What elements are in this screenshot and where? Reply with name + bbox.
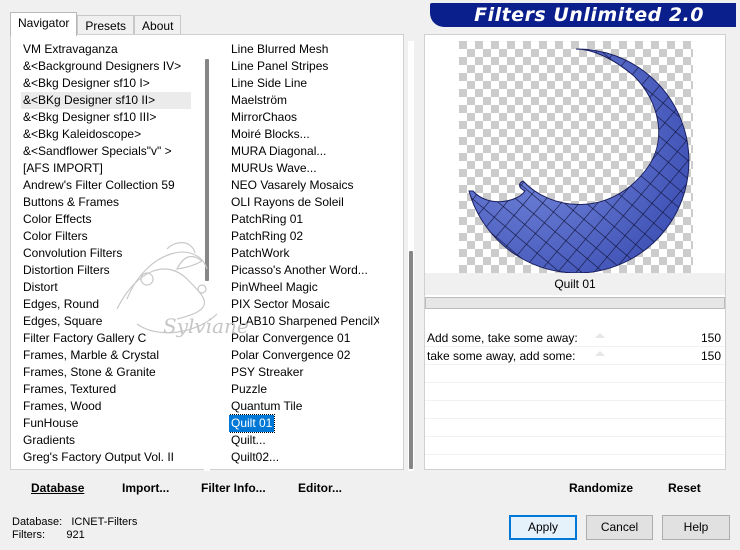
filters-count: 921	[66, 529, 85, 541]
cancel-button[interactable]: Cancel	[586, 515, 653, 540]
category-item[interactable]: Frames, Marble & Crystal	[21, 347, 191, 364]
filter-item[interactable]: Line Side Line	[229, 75, 379, 92]
slider-thumb-icon[interactable]	[593, 349, 607, 363]
category-item[interactable]: Frames, Textured	[21, 381, 191, 398]
filter-item[interactable]: Line Blurred Mesh	[229, 41, 379, 58]
filter-item[interactable]: Moiré Blocks...	[229, 126, 379, 143]
param-row-7	[425, 437, 725, 455]
tab-bar: Navigator Presets About	[10, 12, 182, 36]
filter-item[interactable]: Maelström	[229, 92, 379, 109]
param-row-2[interactable]: take some away, add some: 150	[425, 347, 725, 365]
filter-item[interactable]: Polar Convergence 02	[229, 347, 379, 364]
category-item[interactable]: Color Effects	[21, 211, 191, 228]
title-banner: Filters Unlimited 2.0	[430, 3, 736, 27]
slider-thumb-icon[interactable]	[593, 331, 607, 345]
filter-scrollbar-thumb[interactable]	[409, 251, 413, 469]
filter-item[interactable]: PatchRing 01	[229, 211, 379, 228]
category-item[interactable]: &<Sandflower Specials"v" >	[21, 143, 191, 160]
param-row-6	[425, 419, 725, 437]
category-item[interactable]: Greg's Factory Output Vol. II	[21, 449, 191, 466]
filter-item[interactable]: Puzzle	[229, 381, 379, 398]
filter-item[interactable]: Quilt 01	[229, 414, 276, 433]
tab-presets[interactable]: Presets	[77, 15, 135, 36]
category-item[interactable]: &<BKg Designer sf10 II>	[21, 92, 191, 109]
tab-about[interactable]: About	[134, 15, 182, 36]
database-info: Database: ICNET-Filters Filters: 921	[12, 516, 137, 542]
filter-item[interactable]: MURUs Wave...	[229, 160, 379, 177]
category-item[interactable]: &<Bkg Kaleidoscope>	[21, 126, 191, 143]
preview-panel: Quilt 01 Add some, take some away: 150 t…	[424, 34, 726, 470]
tab-navigator[interactable]: Navigator	[10, 12, 78, 36]
reset-button[interactable]: Reset	[668, 481, 701, 495]
category-item[interactable]: Buttons & Frames	[21, 194, 191, 211]
filter-item[interactable]: MURA Diagonal...	[229, 143, 379, 160]
apply-button[interactable]: Apply	[509, 515, 577, 540]
category-item[interactable]: [AFS IMPORT]	[21, 160, 191, 177]
param-row-3	[425, 365, 725, 383]
help-button[interactable]: Help	[662, 515, 730, 540]
import-button[interactable]: Import...	[122, 481, 169, 495]
filter-item[interactable]: OLI Rayons de Soleil	[229, 194, 379, 211]
app-title: Filters Unlimited 2.0	[474, 4, 704, 26]
navigator-panel: VM Extravaganza &<Background Designers IV…	[10, 34, 414, 471]
category-item[interactable]: &<Bkg Designer sf10 I>	[21, 75, 191, 92]
param-row-4	[425, 383, 725, 401]
randomize-button[interactable]: Randomize	[569, 481, 633, 495]
filter-item[interactable]: NEO Vasarely Mosaics	[229, 177, 379, 194]
category-item[interactable]: &<Background Designers IV>	[21, 58, 191, 75]
category-item[interactable]: Gradients	[21, 432, 191, 449]
category-item[interactable]: Frames, Stone & Granite	[21, 364, 191, 381]
preview-filter-name: Quilt 01	[425, 273, 725, 295]
progress-bar	[425, 297, 725, 309]
category-item[interactable]: &<Bkg Designer sf10 III>	[21, 109, 191, 126]
database-button[interactable]: Database	[31, 481, 84, 495]
param-row-1[interactable]: Add some, take some away: 150	[425, 329, 725, 347]
filter-item[interactable]: Line Panel Stripes	[229, 58, 379, 75]
filter-item[interactable]: Quilt02...	[229, 449, 379, 466]
filter-item[interactable]: MirrorChaos	[229, 109, 379, 126]
category-item[interactable]: VM Extravaganza	[21, 41, 191, 58]
param-value-2: 150	[700, 349, 721, 363]
category-item[interactable]: Andrew's Filter Collection 59	[21, 177, 191, 194]
category-item[interactable]: Frames, Wood	[21, 398, 191, 415]
watermark-text: Sylviane	[163, 314, 249, 338]
param-value-1: 150	[700, 331, 721, 345]
database-value: ICNET-Filters	[71, 516, 138, 528]
filter-item[interactable]: Quilt...	[229, 432, 379, 449]
param-label-1: Add some, take some away:	[427, 331, 578, 345]
database-label: Database:	[12, 516, 63, 528]
filter-scrollbar[interactable]	[408, 41, 414, 471]
watermark-flourish: Sylviane	[116, 242, 249, 338]
param-row-5	[425, 401, 725, 419]
category-item[interactable]: FunHouse	[21, 415, 191, 432]
filter-item[interactable]: PSY Streaker	[229, 364, 379, 381]
filters-label: Filters:	[12, 529, 45, 541]
param-label-2: take some away, add some:	[427, 349, 576, 363]
filter-item[interactable]: Quantum Tile	[229, 398, 379, 415]
editor-button[interactable]: Editor...	[298, 481, 342, 495]
filter-preview-image	[459, 41, 693, 273]
filter-info-button[interactable]: Filter Info...	[201, 481, 266, 495]
